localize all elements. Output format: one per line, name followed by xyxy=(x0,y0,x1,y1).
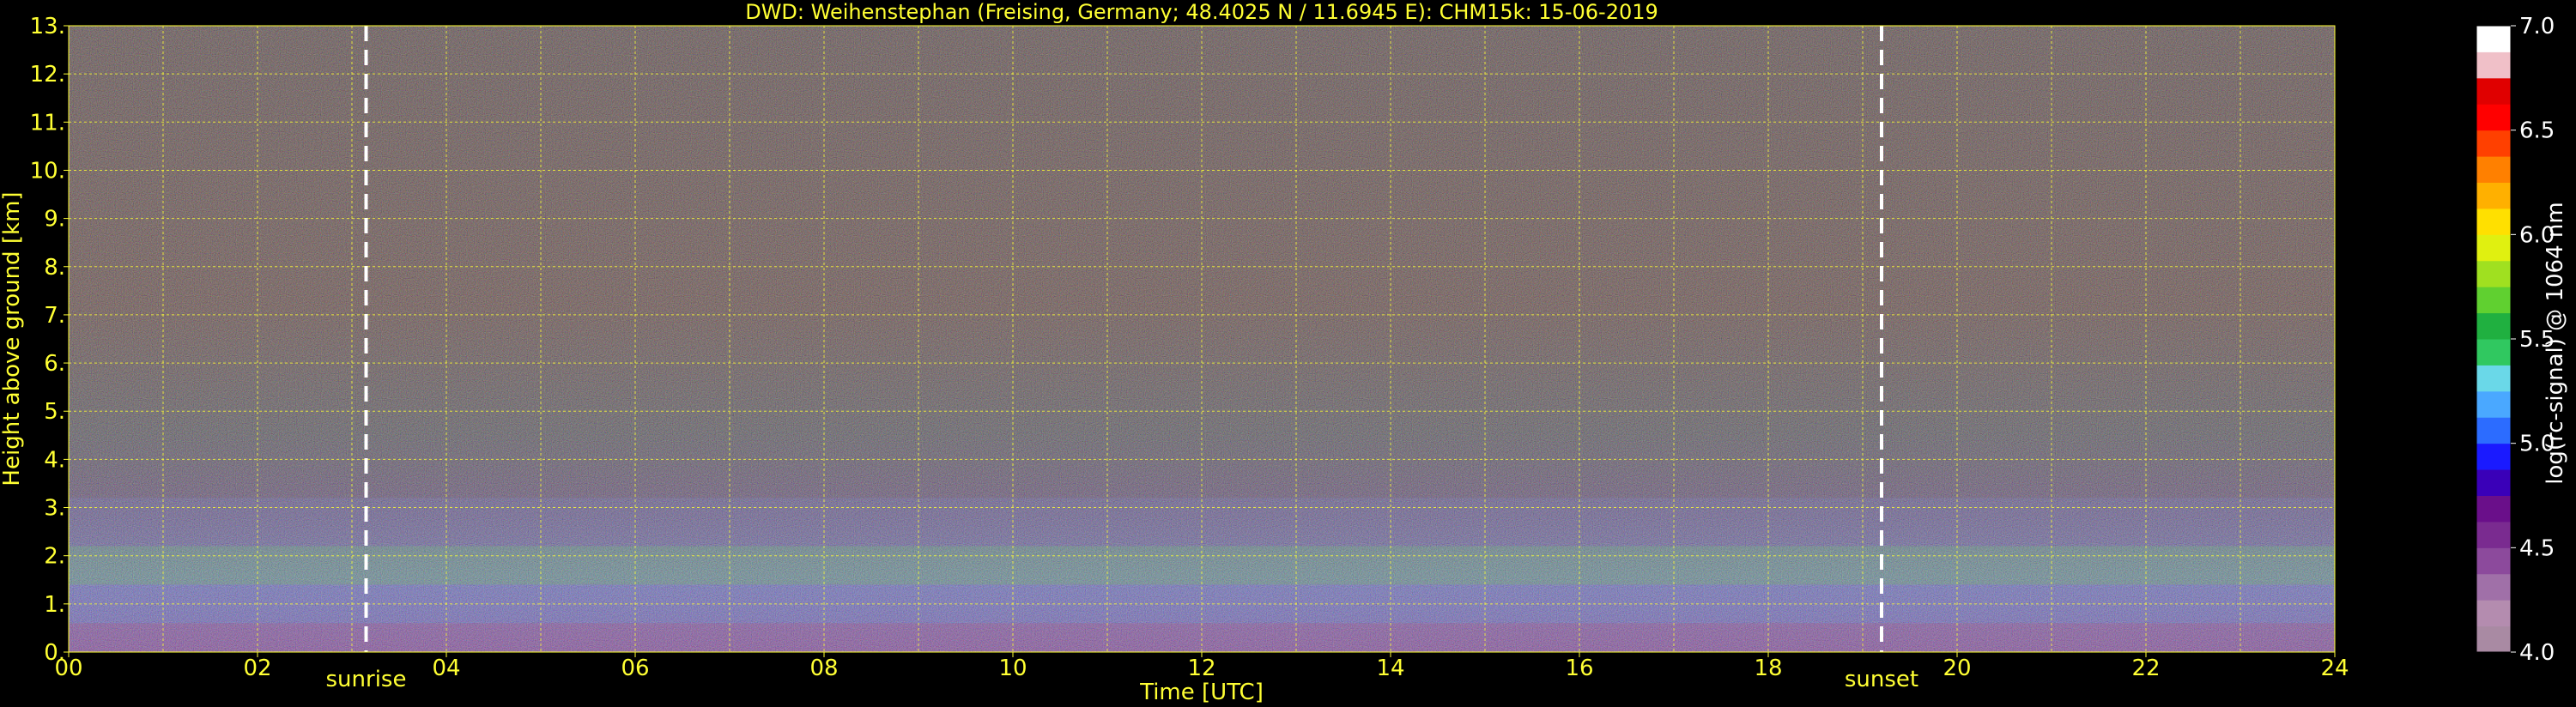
colorbar-tick-label: 7.0 xyxy=(2519,14,2555,39)
colorbar-segment xyxy=(2476,156,2511,183)
x-tick-label: 06 xyxy=(621,656,649,681)
x-tick-label: 18 xyxy=(1754,656,1782,681)
colorbar-tick-label: 6.5 xyxy=(2519,118,2555,144)
colorbar-segment xyxy=(2476,312,2511,340)
y-tick-label: 2. xyxy=(44,544,65,570)
x-tick-label: 10 xyxy=(998,656,1027,681)
colorbar-tick-label: 4.5 xyxy=(2519,535,2555,561)
colorbar-segment xyxy=(2476,390,2511,418)
colorbar-segment xyxy=(2476,547,2511,575)
x-tick-label: 04 xyxy=(432,656,460,681)
colorbar-label: log(rc-signal) @ 1064 nm xyxy=(2543,202,2568,484)
event-label-sunset: sunset xyxy=(1845,667,1918,692)
colorbar-segment xyxy=(2476,495,2511,523)
plot-area: sunrise sunset xyxy=(68,25,2336,692)
colorbar-segment xyxy=(2476,234,2511,262)
y-tick-label: 9. xyxy=(44,207,65,233)
x-tick-label: 12 xyxy=(1187,656,1215,681)
y-tick-label: 13. xyxy=(30,14,65,39)
x-axis-label: Time [UTC] xyxy=(1139,680,1264,705)
colorbar-segment xyxy=(2476,26,2511,52)
y-axis-ticks: 0.1.2.3.4.5.6.7.8.9.10.11.12.13. xyxy=(30,14,69,666)
colorbar-segment xyxy=(2476,417,2511,444)
x-tick-label: 02 xyxy=(243,656,271,681)
y-tick-label: 6. xyxy=(44,351,65,377)
colorbar-segment xyxy=(2476,260,2511,287)
y-tick-label: 10. xyxy=(30,158,65,184)
chart-title: DWD: Weihenstephan (Freising, Germany; 4… xyxy=(745,0,1658,24)
colorbar-segment xyxy=(2476,77,2511,105)
x-tick-label: 20 xyxy=(1943,656,1971,681)
x-tick-label: 00 xyxy=(54,656,82,681)
y-tick-label: 5. xyxy=(44,399,65,425)
event-label-sunrise: sunrise xyxy=(326,667,407,692)
colorbar-segment xyxy=(2476,130,2511,157)
y-tick-label: 7. xyxy=(44,303,65,329)
x-tick-label: 16 xyxy=(1565,656,1593,681)
colorbar-segment xyxy=(2476,469,2511,496)
colorbar-segment xyxy=(2476,51,2511,79)
colorbar-segment xyxy=(2476,625,2511,653)
colorbar-segment xyxy=(2476,339,2511,366)
ceilometer-figure: sunrise sunset 0.1.2.3.4.5.6.7.8.9.10.11.… xyxy=(0,0,2568,705)
colorbar-segment xyxy=(2476,365,2511,392)
colorbar-segment xyxy=(2476,573,2511,601)
colorbar-segment xyxy=(2476,104,2511,131)
colorbar-tick-label: 4.0 xyxy=(2519,640,2555,666)
x-tick-label: 14 xyxy=(1376,656,1404,681)
colorbar-segment xyxy=(2476,600,2511,627)
colorbar-segment xyxy=(2476,182,2511,209)
y-tick-label: 4. xyxy=(44,447,65,473)
x-tick-label: 24 xyxy=(2320,656,2349,681)
y-tick-label: 1. xyxy=(44,592,65,618)
y-tick-label: 3. xyxy=(44,496,65,522)
colorbar-segment xyxy=(2476,521,2511,548)
colorbar-segment xyxy=(2476,287,2511,314)
x-tick-label: 08 xyxy=(809,656,838,681)
y-tick-label: 12. xyxy=(30,62,65,88)
x-tick-label: 22 xyxy=(2131,656,2160,681)
colorbar-segment xyxy=(2476,443,2511,470)
y-tick-label: 8. xyxy=(44,255,65,281)
y-tick-label: 11. xyxy=(30,110,65,136)
y-axis-label: Height above ground [km] xyxy=(0,191,25,486)
colorbar-segment xyxy=(2476,208,2511,235)
